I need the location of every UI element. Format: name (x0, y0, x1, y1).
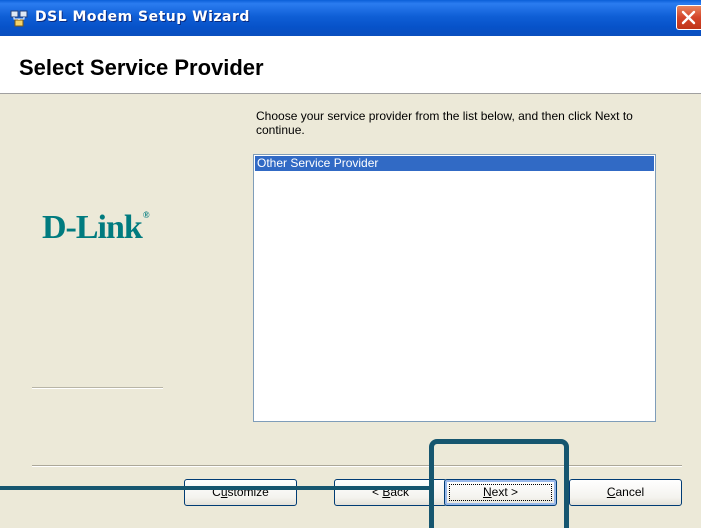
cancel-button[interactable]: Cancel (569, 479, 682, 506)
network-wizard-icon (10, 10, 28, 27)
close-button[interactable] (676, 5, 701, 30)
close-icon (681, 10, 696, 25)
button-label: ancel (615, 485, 645, 499)
wizard-header: Select Service Provider (0, 36, 701, 94)
customize-button[interactable]: Customize (184, 479, 297, 506)
instructions-text: Choose your service provider from the li… (256, 109, 633, 137)
button-separator (32, 465, 682, 467)
list-item[interactable]: Other Service Provider (255, 156, 654, 171)
logo-text: D-Link (42, 209, 143, 246)
dlink-logo: D-Link® (42, 209, 150, 247)
sidebar-divider (32, 387, 163, 389)
next-button-callout (429, 439, 569, 528)
wizard-window: DSL Modem Setup Wizard Select Service Pr… (0, 0, 701, 528)
title-bar[interactable]: DSL Modem Setup Wizard (0, 0, 701, 36)
callout-pointer-line (0, 486, 429, 490)
window-title: DSL Modem Setup Wizard (35, 9, 250, 25)
page-title: Select Service Provider (19, 55, 264, 80)
service-provider-list[interactable]: Other Service Provider (253, 154, 656, 422)
wizard-body: D-Link® Choose your service provider fro… (0, 94, 701, 528)
registered-mark: ® (142, 210, 150, 220)
